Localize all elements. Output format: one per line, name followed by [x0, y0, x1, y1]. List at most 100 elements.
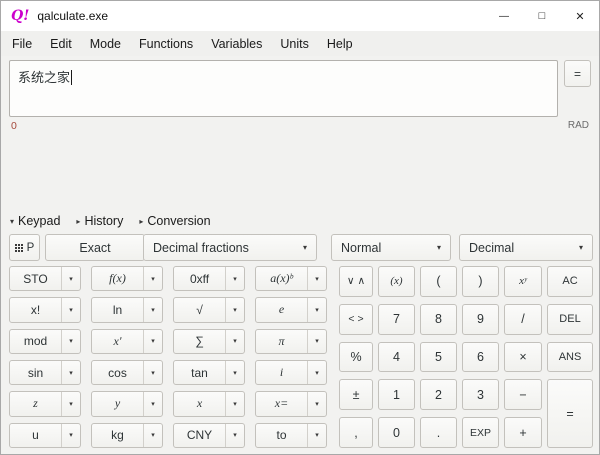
calculate-button[interactable]: = — [564, 60, 591, 87]
key-ac[interactable]: AC — [547, 266, 593, 297]
key-3[interactable]: 3 — [462, 379, 499, 410]
dropdown-arrow-icon[interactable]: ▾ — [307, 298, 326, 321]
dropdown-arrow-icon[interactable]: ▾ — [225, 392, 244, 415]
dropdown-arrow-icon[interactable]: ▾ — [225, 267, 244, 290]
key-sin[interactable]: sin▾ — [9, 360, 81, 385]
key-axb[interactable]: a(x)ᵇ▾ — [255, 266, 327, 291]
programming-keypad-button[interactable]: P — [9, 234, 40, 261]
menu-edit[interactable]: Edit — [41, 34, 81, 54]
key-4[interactable]: 4 — [378, 342, 415, 373]
key-percent[interactable]: % — [339, 342, 373, 373]
key-mod[interactable]: mod▾ — [9, 329, 81, 354]
key-equals[interactable]: = — [547, 379, 593, 448]
key-u[interactable]: u▾ — [9, 423, 81, 448]
key-sum[interactable]: ∑▾ — [173, 329, 245, 354]
key-decimal[interactable]: . — [420, 417, 457, 448]
dropdown-arrow-icon[interactable]: ▾ — [143, 361, 162, 384]
exact-toggle-button[interactable]: Exact — [45, 234, 145, 261]
tab-conversion[interactable]: ▸ Conversion — [139, 214, 210, 228]
key-ans[interactable]: ANS — [547, 342, 593, 373]
dropdown-arrow-icon[interactable]: ▾ — [307, 392, 326, 415]
key-1[interactable]: 1 — [378, 379, 415, 410]
menu-variables[interactable]: Variables — [202, 34, 271, 54]
key-9[interactable]: 9 — [462, 304, 499, 335]
key-power[interactable]: xʸ — [504, 266, 542, 297]
key-y[interactable]: y▾ — [91, 391, 163, 416]
key-5[interactable]: 5 — [420, 342, 457, 373]
key-e[interactable]: e▾ — [255, 297, 327, 322]
key-ln[interactable]: ln▾ — [91, 297, 163, 322]
key-rparen[interactable]: ) — [462, 266, 499, 297]
menu-functions[interactable]: Functions — [130, 34, 202, 54]
key-exp[interactable]: EXP — [462, 417, 499, 448]
dropdown-arrow-icon[interactable]: ▾ — [143, 392, 162, 415]
dropdown-arrow-icon[interactable]: ▾ — [61, 361, 80, 384]
dropdown-arrow-icon[interactable]: ▾ — [307, 330, 326, 353]
menu-units[interactable]: Units — [271, 34, 317, 54]
dropdown-arrow-icon[interactable]: ▾ — [225, 330, 244, 353]
key-minus[interactable]: − — [504, 379, 542, 410]
dropdown-arrow-icon[interactable]: ▾ — [225, 424, 244, 447]
key-tan[interactable]: tan▾ — [173, 360, 245, 385]
key-sqrt[interactable]: √▾ — [173, 297, 245, 322]
dropdown-arrow-icon[interactable]: ▾ — [143, 298, 162, 321]
close-button[interactable]: ✕ — [561, 1, 599, 31]
dropdown-arrow-icon[interactable]: ▾ — [225, 298, 244, 321]
key-6[interactable]: 6 — [462, 342, 499, 373]
key-comma[interactable]: , — [339, 417, 373, 448]
tab-history[interactable]: ▸ History — [76, 214, 123, 228]
menu-file[interactable]: File — [3, 34, 41, 54]
dropdown-arrow-icon[interactable]: ▾ — [143, 424, 162, 447]
key-kg[interactable]: kg▾ — [91, 423, 163, 448]
key-factorial[interactable]: x!▾ — [9, 297, 81, 322]
key-2[interactable]: 2 — [420, 379, 457, 410]
key-plus[interactable]: + — [504, 417, 542, 448]
dropdown-arrow-icon[interactable]: ▾ — [61, 298, 80, 321]
dropdown-arrow-icon[interactable]: ▾ — [61, 392, 80, 415]
key-parens[interactable]: (x) — [378, 266, 415, 297]
menu-mode[interactable]: Mode — [81, 34, 130, 54]
key-leftright[interactable]: < > — [339, 304, 373, 335]
expression-input[interactable]: 系统之家 — [9, 60, 558, 117]
dropdown-arrow-icon[interactable]: ▾ — [307, 361, 326, 384]
key-lparen[interactable]: ( — [420, 266, 457, 297]
dropdown-arrow-icon[interactable]: ▾ — [61, 330, 80, 353]
key-solve[interactable]: x=▾ — [255, 391, 327, 416]
dropdown-arrow-icon[interactable]: ▾ — [61, 267, 80, 290]
key-pi[interactable]: π▾ — [255, 329, 327, 354]
key-plusminus[interactable]: ± — [339, 379, 373, 410]
key-0xff[interactable]: 0xff▾ — [173, 266, 245, 291]
minimize-button[interactable]: — — [485, 1, 523, 31]
key-function[interactable]: f(x)▾ — [91, 266, 163, 291]
key-z[interactable]: z▾ — [9, 391, 81, 416]
maximize-button[interactable]: □ — [523, 1, 561, 31]
key-sto[interactable]: STO▾ — [9, 266, 81, 291]
key-del[interactable]: DEL — [547, 304, 593, 335]
key-cos[interactable]: cos▾ — [91, 360, 163, 385]
key-to[interactable]: to▾ — [255, 423, 327, 448]
key-updown[interactable]: ∨ ∧ — [339, 266, 373, 297]
fraction-mode-dropdown[interactable]: Decimal fractions ▾ — [143, 234, 317, 261]
dropdown-arrow-icon[interactable]: ▾ — [225, 361, 244, 384]
key-x[interactable]: x▾ — [173, 391, 245, 416]
display-mode-dropdown[interactable]: Normal ▾ — [331, 234, 451, 261]
key-0[interactable]: 0 — [378, 417, 415, 448]
key-divide[interactable]: / — [504, 304, 542, 335]
keypad-toolbar: P Exact Decimal fractions ▾ Normal ▾ Dec… — [9, 234, 593, 261]
key-x-prime[interactable]: xʹ▾ — [91, 329, 163, 354]
key-multiply[interactable]: × — [504, 342, 542, 373]
angle-mode-label[interactable]: RAD — [568, 120, 589, 132]
dropdown-arrow-icon[interactable]: ▾ — [61, 424, 80, 447]
dropdown-arrow-icon[interactable]: ▾ — [307, 267, 326, 290]
tab-keypad[interactable]: ▾ Keypad — [10, 214, 60, 228]
key-imaginary[interactable]: i▾ — [255, 360, 327, 385]
key-8[interactable]: 8 — [420, 304, 457, 335]
dropdown-arrow-icon[interactable]: ▾ — [143, 330, 162, 353]
menu-help[interactable]: Help — [318, 34, 362, 54]
dropdown-arrow-icon[interactable]: ▾ — [143, 267, 162, 290]
number-base-dropdown[interactable]: Decimal ▾ — [459, 234, 593, 261]
expander-right-icon: ▸ — [76, 217, 80, 226]
key-cny[interactable]: CNY▾ — [173, 423, 245, 448]
dropdown-arrow-icon[interactable]: ▾ — [307, 424, 326, 447]
key-7[interactable]: 7 — [378, 304, 415, 335]
